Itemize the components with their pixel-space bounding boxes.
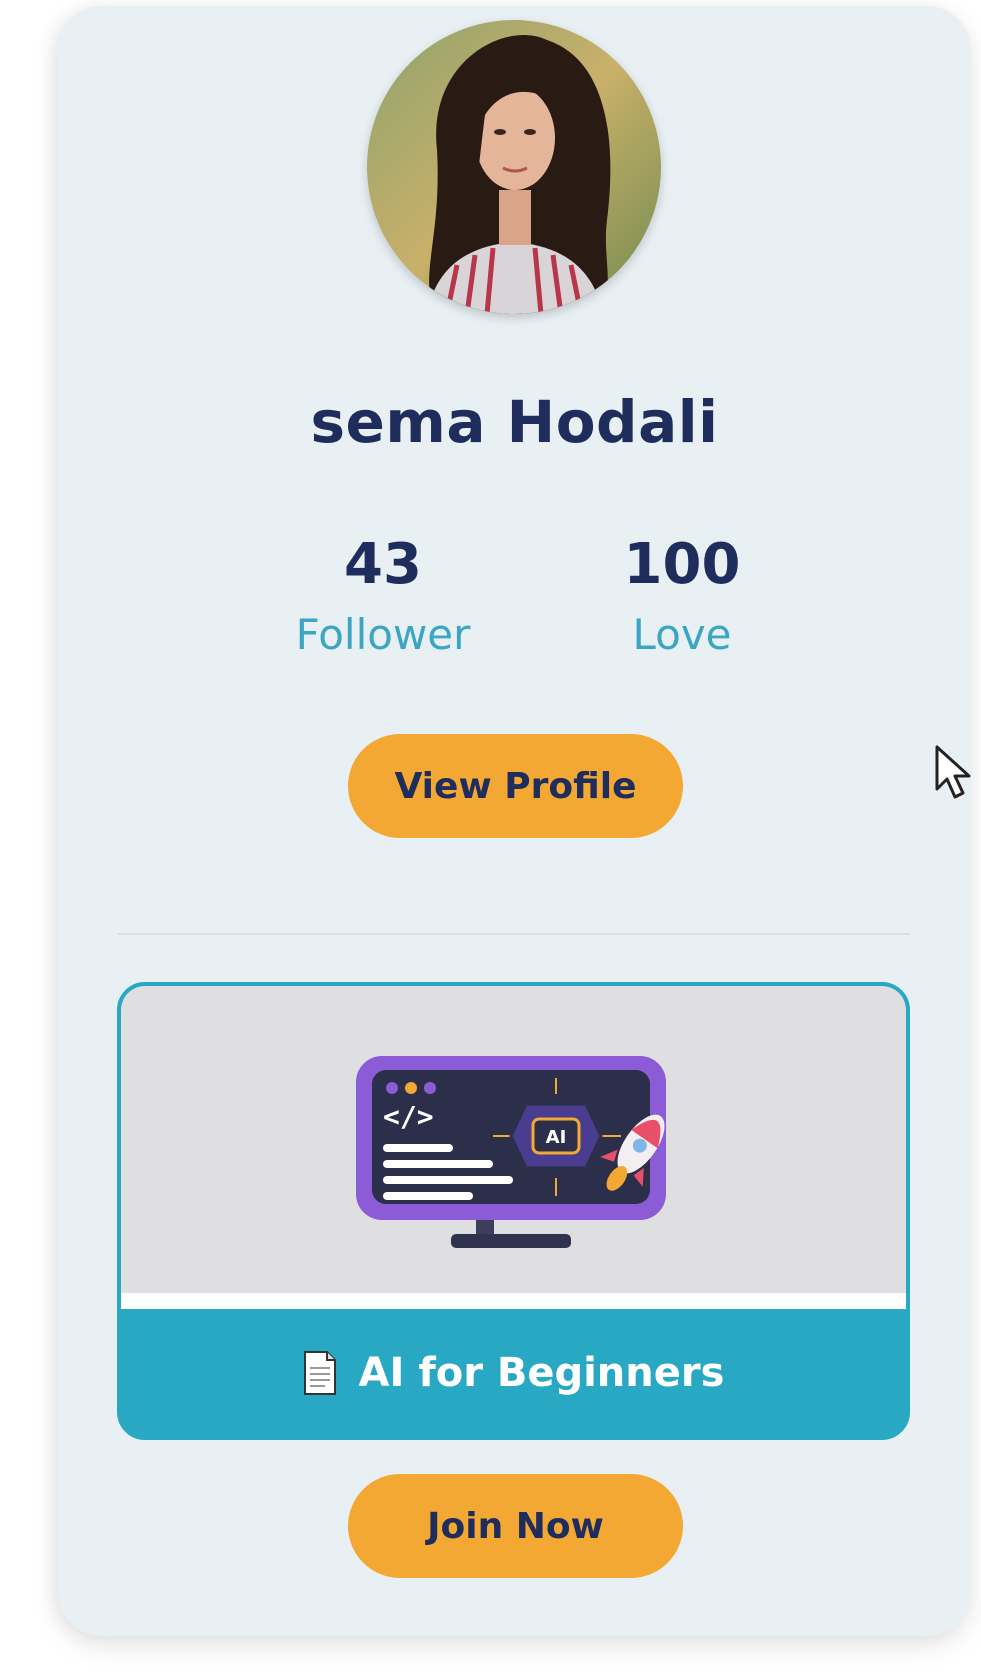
love-label: Love	[632, 610, 732, 659]
profile-name: sema Hodali	[310, 388, 719, 456]
join-now-button[interactable]: Join Now	[348, 1474, 683, 1578]
course-gap	[121, 1293, 906, 1309]
ai-chip-badge: AI	[546, 1127, 567, 1148]
avatar	[367, 20, 661, 314]
follower-label: Follower	[295, 610, 471, 659]
view-profile-button[interactable]: View Profile	[348, 734, 683, 838]
course-title-bar: AI for Beginners	[121, 1309, 906, 1436]
stat-follower: 43 Follower	[253, 530, 513, 670]
love-count: 100	[623, 532, 741, 597]
divider	[118, 933, 910, 935]
course-card[interactable]: </> AI AI for Beginners	[117, 982, 910, 1440]
mouse-cursor-icon	[935, 745, 971, 799]
follower-count: 43	[344, 532, 422, 597]
course-image: </> AI	[121, 986, 906, 1293]
stat-love: 100 Love	[552, 530, 812, 670]
svg-text:</>: </>	[383, 1100, 434, 1133]
course-title: AI for Beginners	[358, 1349, 725, 1396]
document-icon	[303, 1350, 336, 1395]
